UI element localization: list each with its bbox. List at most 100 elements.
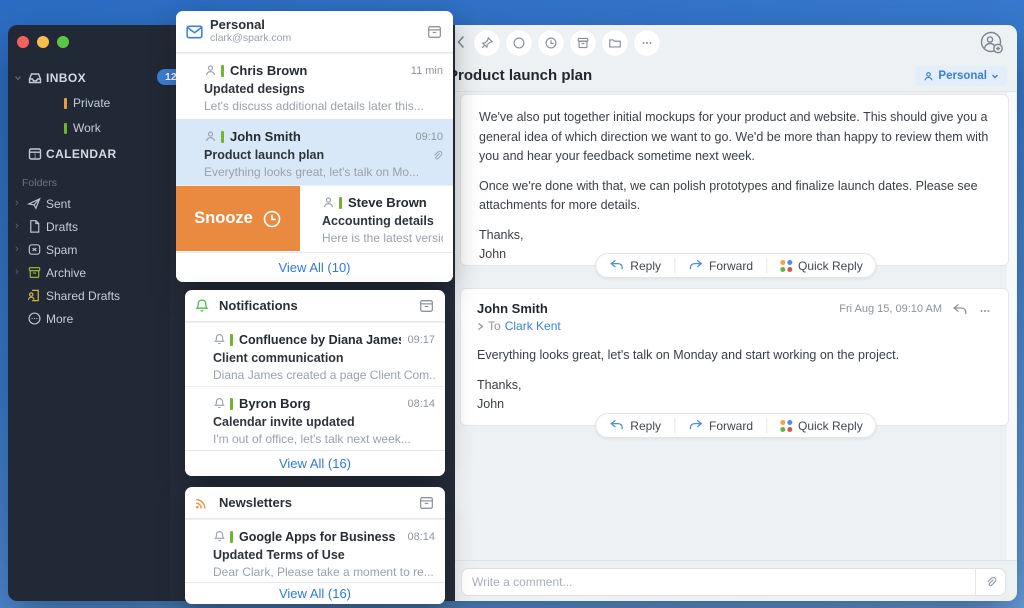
- email-preview: Everything looks great, let's talk on Mo…: [204, 165, 443, 179]
- reading-pane: Product launch plan Personal We've also …: [455, 25, 1017, 601]
- tag-bar: [230, 531, 233, 543]
- move-to-folder-button[interactable]: [602, 30, 628, 56]
- archive-all-icon[interactable]: [418, 297, 435, 314]
- email-time: 09:10: [415, 131, 443, 143]
- archive-icon: [27, 265, 42, 280]
- view-all-link[interactable]: View All (16): [279, 456, 351, 471]
- sidebar-item-private[interactable]: Private: [8, 91, 170, 116]
- sidebar-item-archive[interactable]: › Archive: [8, 262, 170, 285]
- sidebar-item-work[interactable]: Work: [8, 116, 170, 141]
- forward-button[interactable]: Forward: [675, 419, 766, 433]
- view-all-link[interactable]: View All (16): [279, 586, 351, 601]
- spam-icon: [27, 242, 42, 257]
- message-card: John Smith To Clark Kent Fri Aug 15, 09:…: [460, 288, 1009, 426]
- document-icon: [27, 219, 42, 234]
- sidebar-item-label: Archive: [46, 266, 86, 280]
- reply-button[interactable]: Reply: [596, 259, 674, 273]
- tag-bar: [230, 334, 233, 346]
- message-signature: John: [479, 247, 506, 261]
- message-signoff: Thanks,: [479, 228, 523, 242]
- archive-button[interactable]: [570, 30, 596, 56]
- close-button[interactable]: [17, 36, 29, 48]
- email-time: 08:14: [407, 398, 435, 410]
- bell-icon: [194, 298, 210, 314]
- sidebar-item-sent[interactable]: › Sent: [8, 193, 170, 216]
- email-time: 11 min: [411, 65, 443, 77]
- shared-drafts-icon: [27, 288, 42, 303]
- sidebar-item-more[interactable]: More: [8, 308, 170, 331]
- reply-button[interactable]: Reply: [596, 419, 674, 433]
- email-list-item[interactable]: Snooze Steve Brown Accounting details He…: [176, 185, 453, 251]
- snooze-swipe-action[interactable]: Snooze: [176, 186, 300, 251]
- sidebar-item-calendar[interactable]: 1 CALENDAR: [8, 141, 170, 167]
- attach-file-button[interactable]: [975, 569, 1005, 595]
- sidebar-item-drafts[interactable]: › Drafts: [8, 216, 170, 239]
- chevron-down-icon: [14, 74, 22, 82]
- tag-bar: [230, 398, 233, 410]
- recipient-link[interactable]: Clark Kent: [505, 319, 561, 333]
- email-list-item[interactable]: Confluence by Diana James 09:17 Client c…: [185, 322, 445, 386]
- mark-unread-button[interactable]: [506, 30, 532, 56]
- email-sender: Confluence by Diana James: [239, 333, 401, 347]
- view-all-link[interactable]: View All (10): [278, 260, 350, 275]
- email-subject: Updated designs: [204, 82, 443, 96]
- sidebar-item-label: CALENDAR: [46, 147, 117, 161]
- zoom-button[interactable]: [57, 36, 69, 48]
- more-actions-button[interactable]: [634, 30, 660, 56]
- card-title: Personal: [210, 17, 265, 32]
- card-title: Notifications: [219, 298, 298, 313]
- calendar-icon: 1: [27, 146, 43, 162]
- paperclip-icon: [984, 575, 997, 589]
- personal-inbox-card: Personal clark@spark.com Chris Brown 11 …: [176, 11, 453, 282]
- sidebar-item-label: Sent: [46, 197, 71, 211]
- email-list-item[interactable]: Google Apps for Business 08:14 Updated T…: [185, 519, 445, 583]
- email-preview: Diana James created a page Client Com...: [213, 368, 435, 382]
- add-contact-avatar-icon[interactable]: [978, 29, 1005, 56]
- person-icon: [322, 196, 339, 209]
- archive-all-icon[interactable]: [426, 23, 443, 40]
- message-actions: Reply Forward Quick Reply: [595, 253, 876, 278]
- sidebar-item-label: Drafts: [46, 220, 78, 234]
- forward-button[interactable]: Forward: [675, 259, 766, 273]
- email-list-item-selected[interactable]: John Smith 09:10 Product launch plan Eve…: [176, 119, 453, 185]
- minimize-button[interactable]: [37, 36, 49, 48]
- tag-bar: [221, 65, 224, 77]
- window-controls: [17, 36, 69, 48]
- message-paragraph: Once we're done with that, we can polish…: [479, 177, 990, 216]
- envelope-icon: [185, 22, 204, 41]
- snooze-button[interactable]: [538, 30, 564, 56]
- expand-details-icon[interactable]: [477, 322, 484, 331]
- back-icon[interactable]: [456, 34, 466, 50]
- quick-reply-button[interactable]: Quick Reply: [767, 259, 876, 273]
- message-paragraph: Everything looks great, let's talk on Mo…: [477, 346, 992, 366]
- more-icon[interactable]: [978, 304, 992, 318]
- pin-button[interactable]: [474, 30, 500, 56]
- reply-icon[interactable]: [952, 303, 968, 317]
- account-selector[interactable]: Personal: [915, 66, 1007, 86]
- message-title-bar: Product launch plan Personal: [455, 60, 1017, 92]
- message-paragraph: We've also put together initial mockups …: [479, 108, 990, 167]
- tag-bar: [221, 131, 224, 143]
- message-signoff: Thanks,: [477, 378, 521, 392]
- email-preview: Dear Clark, Please take a moment to re..…: [213, 565, 435, 579]
- forward-icon: [688, 259, 703, 272]
- email-list-item[interactable]: Chris Brown 11 min Updated designs Let's…: [176, 53, 453, 119]
- sidebar-item-spam[interactable]: › Spam: [8, 239, 170, 262]
- inbox-icon: [27, 70, 43, 86]
- archive-all-icon[interactable]: [418, 494, 435, 511]
- chevron-right-icon: ›: [15, 243, 19, 255]
- email-sender: John Smith: [230, 129, 409, 144]
- sidebar-item-inbox[interactable]: INBOX 12: [8, 65, 170, 91]
- account-selector-label: Personal: [938, 70, 987, 82]
- sidebar-item-shared-drafts[interactable]: Shared Drafts: [8, 285, 170, 308]
- email-sender: Steve Brown: [348, 195, 443, 210]
- message-timestamp: Fri Aug 15, 09:10 AM: [839, 303, 942, 315]
- bell-icon: [213, 397, 230, 410]
- sidebar-item-label: Work: [73, 121, 101, 135]
- comment-input[interactable]: [462, 575, 975, 589]
- quick-reply-button[interactable]: Quick Reply: [767, 419, 876, 433]
- quick-reply-icon: [780, 420, 792, 432]
- email-list-item[interactable]: Byron Borg 08:14 Calendar invite updated…: [185, 386, 445, 450]
- message-sender: John Smith: [477, 301, 561, 316]
- sidebar-item-label: Shared Drafts: [46, 289, 120, 303]
